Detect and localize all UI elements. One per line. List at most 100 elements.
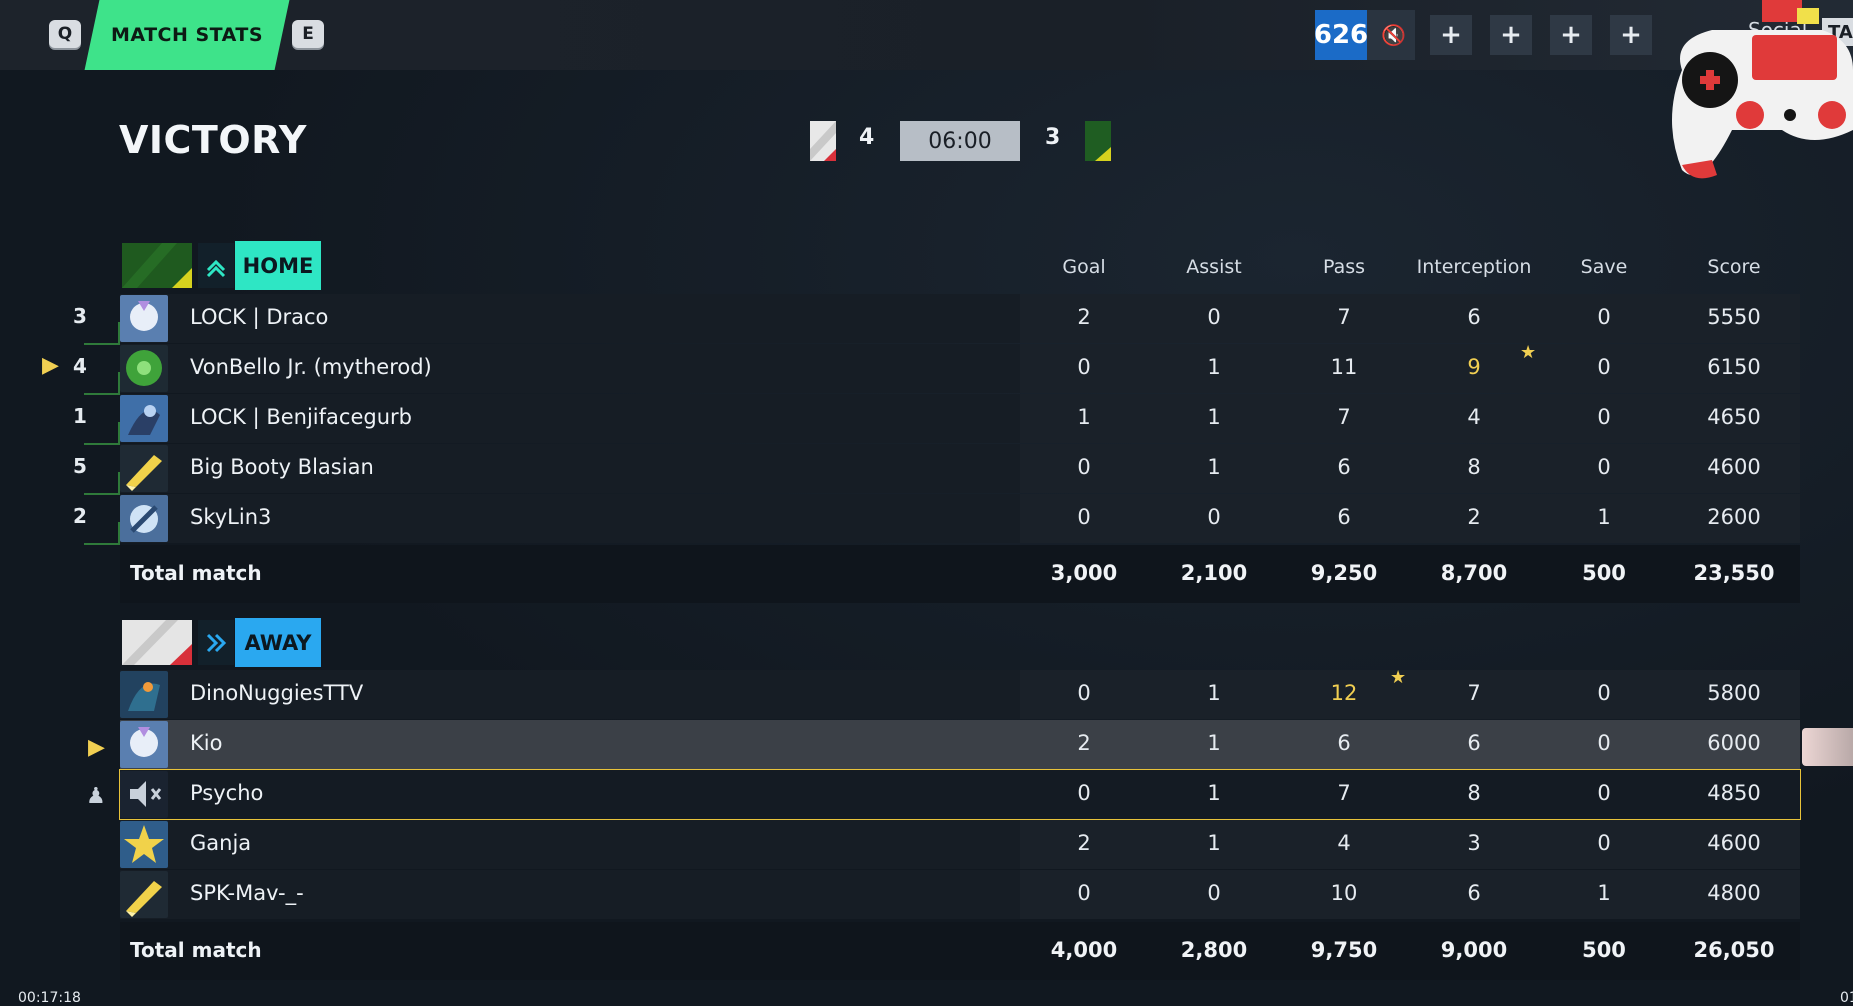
home-player-row[interactable]: 4 VonBello Jr. (mytherod) 0 1 11 9 ★ 0 6…: [73, 342, 1800, 395]
stat-save: 0: [1597, 831, 1611, 855]
home-player-row[interactable]: 1 LOCK | Benjifacegurb 1 1 7 4 0 4650: [73, 394, 1800, 445]
stat-score: 4800: [1707, 881, 1761, 905]
player-name: Big Booty Blasian: [190, 455, 374, 479]
stat-save: 0: [1597, 781, 1611, 805]
stat-save: 0: [1597, 731, 1611, 755]
stat-pass: 6: [1337, 455, 1351, 479]
total-goal: 3,000: [1050, 561, 1118, 585]
col-score: Score: [1707, 256, 1761, 278]
stat-score: 6000: [1707, 731, 1761, 755]
stat-save: 1: [1597, 881, 1611, 905]
away-team-badge: AWAY: [235, 618, 321, 667]
col-goal: Goal: [1062, 256, 1106, 278]
home-player-row[interactable]: 5 Big Booty Blasian 0 1 6 8 0 4600: [73, 444, 1800, 495]
total-save: 500: [1582, 938, 1626, 962]
stat-assist: 1: [1207, 781, 1221, 805]
prev-tab-key[interactable]: Q: [49, 20, 81, 48]
add-slot-button-3[interactable]: +: [1550, 15, 1592, 55]
best-stat-star-icon: ★: [1390, 667, 1407, 688]
player-status-icon: ♟: [86, 784, 106, 809]
away-player-row-selected[interactable]: Psycho 0 1 7 8 0 4850: [119, 769, 1801, 820]
stat-score: 6150: [1707, 355, 1761, 379]
total-pass: 9,750: [1310, 938, 1378, 962]
stat-assist: 0: [1207, 881, 1221, 905]
add-slot-button-4[interactable]: +: [1610, 15, 1652, 55]
stat-assist: 1: [1207, 731, 1221, 755]
stat-pass: 7: [1337, 405, 1351, 429]
stat-score: 5550: [1707, 305, 1761, 329]
match-result: VICTORY: [119, 118, 307, 162]
total-label: Total match: [130, 938, 262, 962]
row-expand-tab[interactable]: [1802, 728, 1853, 766]
stat-interception: 8: [1467, 781, 1481, 805]
stat-pass: 10: [1330, 881, 1358, 905]
player-name: VonBello Jr. (mytherod): [190, 355, 432, 379]
video-timestamp: 00:17:18: [18, 990, 81, 1006]
stat-save: 0: [1597, 355, 1611, 379]
home-score: 4: [859, 125, 875, 150]
home-player-row[interactable]: 2 SkyLin3 0 0 6 2 1 2600: [73, 494, 1800, 545]
stat-score: 5800: [1707, 681, 1761, 705]
home-chevron-icon: [198, 243, 234, 288]
stat-interception: 9: [1467, 355, 1481, 379]
total-assist: 2,100: [1180, 561, 1248, 585]
player-avatar: [120, 721, 168, 768]
stat-score: 2600: [1707, 505, 1761, 529]
away-player-row[interactable]: Kio 2 1 6 6 0 6000: [120, 720, 1800, 769]
stat-assist: 0: [1207, 305, 1221, 329]
player-avatar: [120, 495, 168, 542]
add-slot-button-1[interactable]: +: [1430, 15, 1472, 55]
total-goal: 4,000: [1050, 938, 1118, 962]
stat-goal: 0: [1077, 781, 1091, 805]
total-interception: 9,000: [1440, 938, 1508, 962]
away-player-row[interactable]: SPK-Mav-_- 0 0 10 6 1 4800: [120, 870, 1800, 919]
stat-goal: 2: [1077, 305, 1091, 329]
home-player-row[interactable]: 3 LOCK | Draco 2 0 7 6 0 5550: [73, 294, 1800, 345]
player-avatar: [120, 395, 168, 442]
stat-pass: 7: [1337, 781, 1351, 805]
home-flag-icon: [1085, 121, 1111, 161]
tab-match-stats[interactable]: MATCH STATS: [92, 0, 282, 70]
stat-save: 0: [1597, 681, 1611, 705]
total-pass: 9,250: [1310, 561, 1378, 585]
stat-save: 0: [1597, 305, 1611, 329]
stat-score: 4650: [1707, 405, 1761, 429]
add-slot-button-2[interactable]: +: [1490, 15, 1532, 55]
home-team-badge: HOME: [235, 241, 321, 290]
player-name: Kio: [190, 731, 223, 755]
total-save: 500: [1582, 561, 1626, 585]
match-timer: 06:00: [900, 121, 1020, 161]
player-rank: 4: [73, 354, 87, 378]
player-name: DinoNuggiesTTV: [190, 681, 364, 705]
player-name: SPK-Mav-_-: [190, 881, 304, 905]
player-avatar: [120, 295, 168, 342]
stat-save: 1: [1597, 505, 1611, 529]
away-player-row[interactable]: Ganja 2 1 4 3 0 4600: [120, 820, 1800, 869]
stat-assist: 1: [1207, 681, 1221, 705]
next-tab-key[interactable]: E: [292, 20, 324, 48]
away-total-row: Total match 4,000 2,800 9,750 9,000 500 …: [120, 922, 1800, 980]
stat-interception: 8: [1467, 455, 1481, 479]
stat-score: 4850: [1707, 781, 1761, 805]
counter-value: 626: [1314, 10, 1368, 60]
player-rank: 1: [73, 404, 87, 428]
stat-pass: 4: [1337, 831, 1351, 855]
total-score: 26,050: [1693, 938, 1775, 962]
stat-pass: 6: [1337, 731, 1351, 755]
player-name: SkyLin3: [190, 505, 272, 529]
player-rank: 2: [73, 504, 87, 528]
home-team-swatch: [122, 243, 192, 288]
stat-interception: 2: [1467, 505, 1481, 529]
mvp-whistle-icon: ▶: [42, 353, 59, 378]
stat-save: 0: [1597, 405, 1611, 429]
total-score: 23,550: [1693, 561, 1775, 585]
stat-interception: 6: [1467, 731, 1481, 755]
player-avatar: [120, 345, 168, 392]
best-stat-star-icon: ★: [1520, 342, 1537, 363]
stat-goal: 0: [1077, 681, 1091, 705]
stat-pass: 11: [1330, 355, 1358, 379]
gamepad-overlay-icon: [1672, 0, 1853, 179]
away-player-row[interactable]: DinoNuggiesTTV 0 1 12 ★ 7 0 5800: [120, 667, 1800, 719]
player-avatar: [120, 671, 168, 718]
player-avatar: [120, 771, 168, 818]
